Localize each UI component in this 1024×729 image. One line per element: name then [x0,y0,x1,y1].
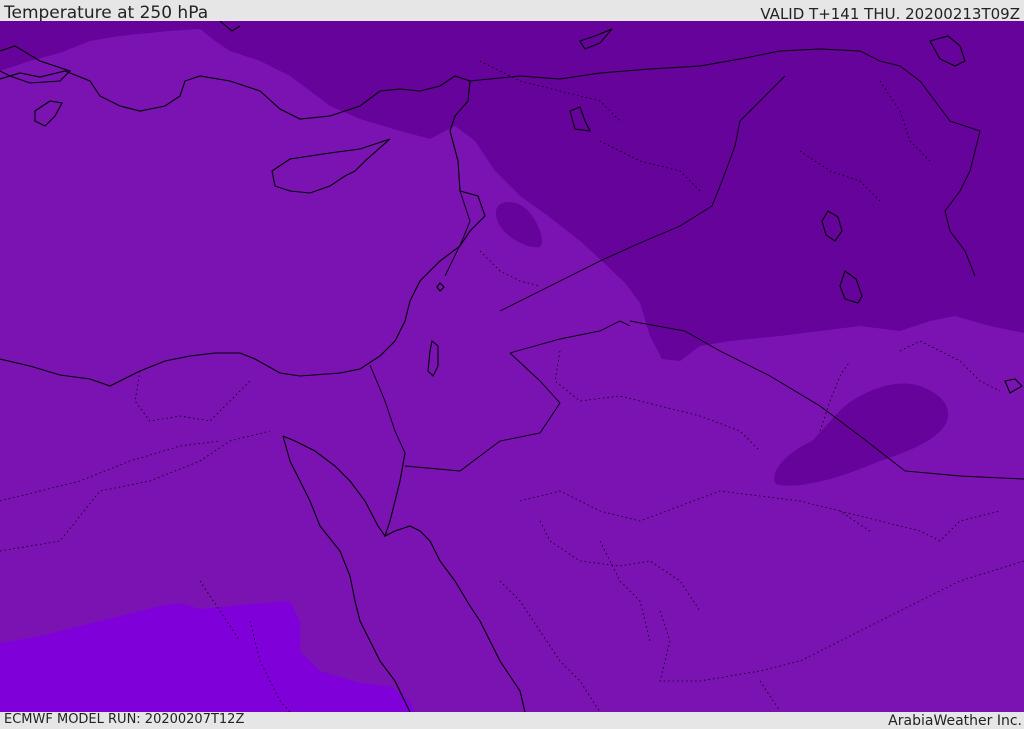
map-figure: Temperature at 250 hPa VALID T+141 THU. … [0,0,1024,729]
map-canvas [0,21,1024,712]
model-run-label: ECMWF MODEL RUN: 20200207T12Z [4,712,245,727]
credit-label: ArabiaWeather Inc. [888,713,1022,729]
footer-bar: ECMWF MODEL RUN: 20200207T12Z ArabiaWeat… [0,712,1024,729]
map-title: Temperature at 250 hPa [4,3,209,23]
header-bar: Temperature at 250 hPa VALID T+141 THU. … [0,0,1024,23]
